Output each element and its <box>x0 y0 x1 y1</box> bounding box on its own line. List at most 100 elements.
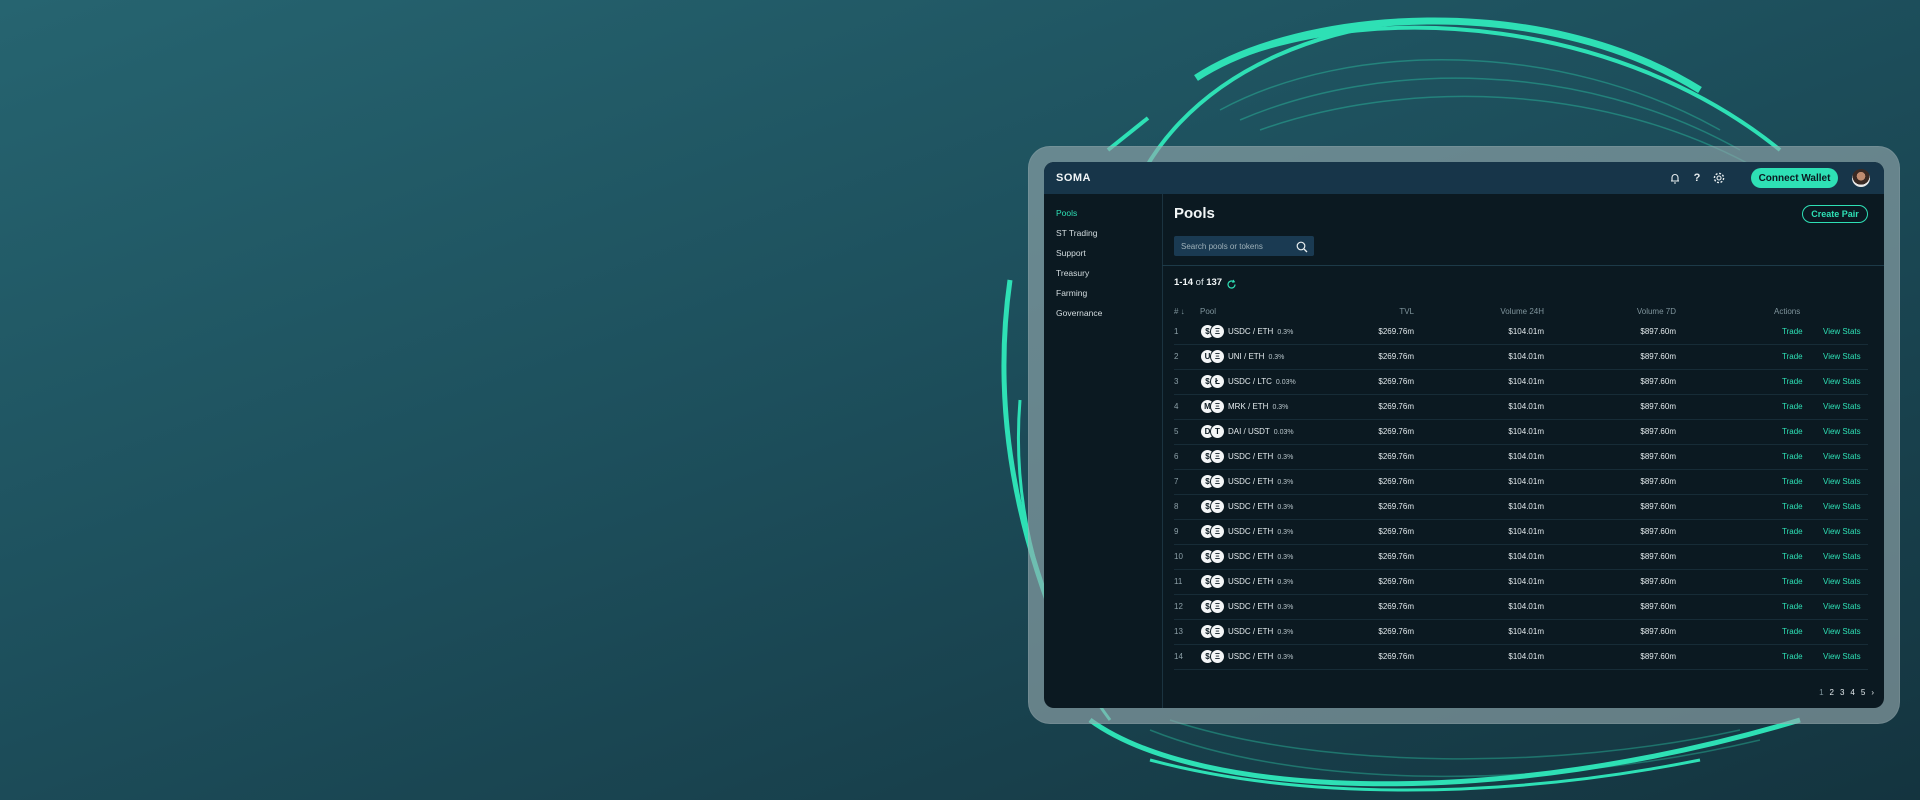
view-stats-link[interactable]: View Stats <box>1823 527 1861 536</box>
view-stats-link[interactable]: View Stats <box>1823 327 1861 336</box>
trade-link[interactable]: Trade <box>1782 377 1803 386</box>
trade-link[interactable]: Trade <box>1782 352 1803 361</box>
pool-name[interactable]: USDC / ETH 0.3% <box>1228 502 1293 511</box>
pool-name[interactable]: USDC / ETH 0.3% <box>1228 652 1293 661</box>
token-pair-icons: $ Ł <box>1200 374 1225 389</box>
pool-name[interactable]: USDC / ETH 0.3% <box>1228 477 1293 486</box>
page-link[interactable]: 4 <box>1850 688 1854 697</box>
row-index: 9 <box>1174 527 1179 536</box>
volume-24h-value: $104.01m <box>1508 527 1544 536</box>
table-row: 9 $ Ξ USDC / ETH 0.3% $269.76m $104.01m $897.60… <box>1174 519 1868 545</box>
table-row: 14 $ Ξ USDC / ETH 0.3% $269.76m $104.01m $897.6… <box>1174 644 1868 670</box>
token-pair-icons: UΞ <box>1200 349 1225 364</box>
pool-pair: USDC / ETH <box>1228 602 1274 611</box>
token-icon: Ξ <box>1210 349 1225 364</box>
page-link[interactable]: 2 <box>1830 688 1834 697</box>
sidebar-item-st-trading[interactable]: ST Trading <box>1056 228 1097 238</box>
sidebar-item-pools[interactable]: Pools <box>1056 208 1077 218</box>
header-index[interactable]: # ↓ <box>1174 307 1185 316</box>
pool-name[interactable]: USDC / ETH 0.3% <box>1228 602 1293 611</box>
trade-link[interactable]: Trade <box>1782 502 1803 511</box>
view-stats-link[interactable]: View Stats <box>1823 352 1861 361</box>
trade-link[interactable]: Trade <box>1782 602 1803 611</box>
trade-link[interactable]: Trade <box>1782 627 1803 636</box>
sidebar-item-governance[interactable]: Governance <box>1056 308 1102 318</box>
view-stats-link[interactable]: View Stats <box>1823 652 1861 661</box>
sidebar-item-support[interactable]: Support <box>1056 248 1086 258</box>
create-pair-button[interactable]: Create Pair <box>1802 205 1868 223</box>
pool-pair: USDC / ETH <box>1228 327 1274 336</box>
trade-link[interactable]: Trade <box>1782 577 1803 586</box>
fee-badge: 0.3% <box>1277 529 1294 536</box>
pool-name[interactable]: USDC / ETH 0.3% <box>1228 527 1293 536</box>
token-icon: Ξ <box>1210 474 1225 489</box>
fee-badge: 0.03% <box>1275 379 1296 386</box>
view-stats-link[interactable]: View Stats <box>1823 552 1861 561</box>
volume-7d-value: $897.60m <box>1640 602 1676 611</box>
pool-name[interactable]: USDC / ETH 0.3% <box>1228 327 1293 336</box>
fee-badge: 0.3% <box>1277 504 1294 511</box>
token-icon: Ξ <box>1210 649 1225 664</box>
volume-7d-value: $897.60m <box>1640 427 1676 436</box>
pool-name[interactable]: USDC / ETH 0.3% <box>1228 577 1293 586</box>
pool-name[interactable]: USDC / ETH 0.3% <box>1228 452 1293 461</box>
volume-7d-value: $897.60m <box>1640 377 1676 386</box>
table-row: 10 $ Ξ USDC / ETH 0.3% $269.76m $104.01m $897.6… <box>1174 544 1868 570</box>
search-icon[interactable] <box>1296 240 1308 258</box>
view-stats-link[interactable]: View Stats <box>1823 627 1861 636</box>
pool-name[interactable]: UNI / ETH 0.3% <box>1228 352 1284 361</box>
pool-name[interactable]: DAI / USDT 0.03% <box>1228 427 1294 436</box>
pool-name[interactable]: USDC / ETH 0.3% <box>1228 552 1293 561</box>
page-link[interactable]: 3 <box>1840 688 1844 697</box>
gear-icon[interactable] <box>1712 171 1726 185</box>
refresh-icon[interactable] <box>1226 277 1237 295</box>
header-tvl: TVL <box>1399 307 1414 316</box>
trade-link[interactable]: Trade <box>1782 402 1803 411</box>
view-stats-link[interactable]: View Stats <box>1823 427 1861 436</box>
trade-link[interactable]: Trade <box>1782 652 1803 661</box>
top-bar: SOMA ? Connect Wallet <box>1044 162 1884 194</box>
volume-24h-value: $104.01m <box>1508 502 1544 511</box>
view-stats-link[interactable]: View Stats <box>1823 477 1861 486</box>
fee-badge: 0.3% <box>1268 354 1285 361</box>
row-index: 4 <box>1174 402 1179 411</box>
view-stats-link[interactable]: View Stats <box>1823 502 1861 511</box>
view-stats-link[interactable]: View Stats <box>1823 377 1861 386</box>
tvl-value: $269.76m <box>1378 327 1414 336</box>
row-index: 3 <box>1174 377 1179 386</box>
table-row: 1 $ Ξ USDC / ETH 0.3% $269.76m $104.01m $897.60… <box>1174 319 1868 345</box>
view-stats-link[interactable]: View Stats <box>1823 452 1861 461</box>
trade-link[interactable]: Trade <box>1782 452 1803 461</box>
tvl-value: $269.76m <box>1378 527 1414 536</box>
pool-pair: USDC / ETH <box>1228 527 1274 536</box>
volume-24h-value: $104.01m <box>1508 452 1544 461</box>
view-stats-link[interactable]: View Stats <box>1823 577 1861 586</box>
volume-7d-value: $897.60m <box>1640 627 1676 636</box>
pool-name[interactable]: USDC / LTC 0.03% <box>1228 377 1296 386</box>
connect-wallet-button[interactable]: Connect Wallet <box>1751 168 1838 188</box>
search-input[interactable] <box>1174 236 1293 256</box>
trade-link[interactable]: Trade <box>1782 552 1803 561</box>
trade-link[interactable]: Trade <box>1782 427 1803 436</box>
fee-badge: 0.3% <box>1277 604 1294 611</box>
help-icon[interactable]: ? <box>1690 171 1704 185</box>
view-stats-link[interactable]: View Stats <box>1823 402 1861 411</box>
sidebar-item-farming[interactable]: Farming <box>1056 288 1087 298</box>
page-title: Pools <box>1174 205 1215 222</box>
trade-link[interactable]: Trade <box>1782 527 1803 536</box>
bell-icon[interactable] <box>1668 171 1682 185</box>
next-page-icon[interactable]: › <box>1871 688 1874 697</box>
page-link[interactable]: 1 <box>1819 688 1823 697</box>
avatar[interactable] <box>1852 169 1870 187</box>
sidebar: Pools ST Trading Support Treasury Farmin… <box>1044 194 1163 708</box>
trade-link[interactable]: Trade <box>1782 327 1803 336</box>
table-row: 7 $ Ξ USDC / ETH 0.3% $269.76m $104.01m $897.60… <box>1174 469 1868 495</box>
page-link[interactable]: 5 <box>1861 688 1865 697</box>
sidebar-item-treasury[interactable]: Treasury <box>1056 268 1089 278</box>
table-row: 13 $ Ξ USDC / ETH 0.3% $269.76m $104.01m $897.6… <box>1174 619 1868 645</box>
trade-link[interactable]: Trade <box>1782 477 1803 486</box>
token-icon: Ξ <box>1210 574 1225 589</box>
view-stats-link[interactable]: View Stats <box>1823 602 1861 611</box>
pool-name[interactable]: USDC / ETH 0.3% <box>1228 627 1293 636</box>
pool-name[interactable]: MRK / ETH 0.3% <box>1228 402 1288 411</box>
